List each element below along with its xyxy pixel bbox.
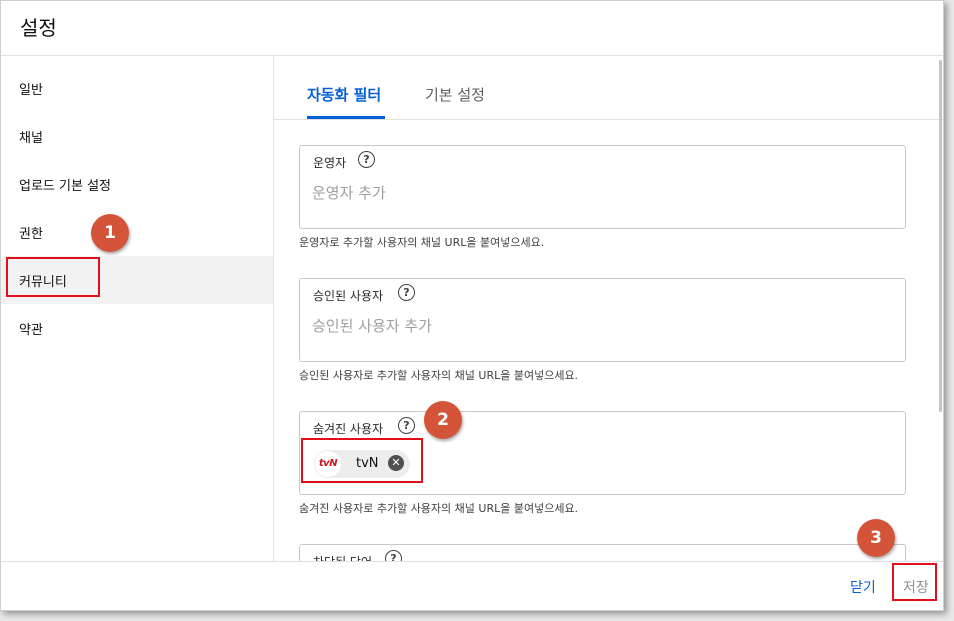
sidebar-item-general[interactable]: 일반 bbox=[1, 64, 273, 112]
hidden-users-label: 숨겨진 사용자 bbox=[313, 422, 384, 436]
sidebar-item-upload-defaults[interactable]: 업로드 기본 설정 bbox=[1, 160, 273, 208]
tab-automated-filters[interactable]: 자동화 필터 bbox=[307, 84, 381, 105]
moderators-label: 운영자 bbox=[313, 156, 347, 170]
sidebar-item-label: 채널 bbox=[19, 131, 43, 146]
scrollbar[interactable] bbox=[939, 60, 942, 412]
settings-content: 자동화 필터 기본 설정 운영자 ? 운영자로 추가할 사용자의 채널 URL을… bbox=[274, 56, 943, 561]
sidebar-item-label: 업로드 기본 설정 bbox=[19, 179, 111, 194]
settings-sidebar: 일반 채널 업로드 기본 설정 권한 커뮤니티 약관 bbox=[1, 56, 274, 561]
sidebar-item-channel[interactable]: 채널 bbox=[1, 112, 273, 160]
close-icon[interactable]: ✕ bbox=[388, 455, 404, 471]
approved-users-input[interactable] bbox=[312, 317, 872, 335]
approved-users-field[interactable]: 승인된 사용자 ? bbox=[299, 278, 906, 362]
help-icon[interactable]: ? bbox=[398, 417, 415, 434]
tab-bar: 자동화 필터 기본 설정 bbox=[274, 56, 943, 120]
moderators-field[interactable]: 운영자 ? bbox=[299, 145, 906, 229]
dialog-title: 설정 bbox=[20, 16, 57, 40]
sidebar-item-label: 약관 bbox=[19, 323, 43, 338]
moderators-input[interactable] bbox=[312, 184, 872, 202]
sidebar-item-label: 커뮤니티 bbox=[19, 275, 67, 290]
hidden-users-hint: 숨겨진 사용자로 추가할 사용자의 채널 URL을 붙여넣으세요. bbox=[299, 502, 579, 515]
active-tab-indicator bbox=[307, 116, 385, 119]
sidebar-item-agreements[interactable]: 약관 bbox=[1, 304, 273, 352]
help-icon[interactable]: ? bbox=[385, 550, 402, 561]
hidden-user-chip: tvN tvN ✕ bbox=[314, 450, 410, 478]
settings-dialog: 설정 일반 채널 업로드 기본 설정 권한 커뮤니티 약관 자동화 필터 기본 … bbox=[0, 0, 944, 611]
step-badge-2: 2 bbox=[424, 401, 462, 439]
moderators-hint: 운영자로 추가할 사용자의 채널 URL을 붙여넣으세요. bbox=[299, 236, 545, 249]
tab-defaults[interactable]: 기본 설정 bbox=[425, 84, 485, 105]
approved-users-hint: 승인된 사용자로 추가할 사용자의 채널 URL을 붙여넣으세요. bbox=[299, 369, 579, 382]
approved-users-label: 승인된 사용자 bbox=[313, 289, 384, 303]
blocked-words-label: 차단된 단어 bbox=[313, 553, 372, 561]
save-button[interactable]: 저장 bbox=[903, 577, 929, 597]
close-button[interactable]: 닫기 bbox=[850, 577, 876, 597]
sidebar-item-permissions[interactable]: 권한 bbox=[1, 208, 273, 256]
blocked-words-field[interactable]: 차단된 단어 ? bbox=[299, 544, 906, 561]
step-badge-1: 1 bbox=[91, 214, 129, 252]
chip-label: tvN bbox=[356, 456, 379, 471]
help-icon[interactable]: ? bbox=[398, 284, 415, 301]
channel-avatar: tvN bbox=[315, 451, 341, 477]
step-badge-3: 3 bbox=[857, 519, 895, 557]
sidebar-item-label: 권한 bbox=[19, 227, 43, 242]
hidden-users-field[interactable]: 숨겨진 사용자 ? tvN tvN ✕ bbox=[299, 411, 906, 495]
sidebar-item-label: 일반 bbox=[19, 83, 43, 98]
help-icon[interactable]: ? bbox=[358, 151, 375, 168]
sidebar-item-community[interactable]: 커뮤니티 bbox=[1, 256, 273, 304]
dialog-footer: 닫기 저장 bbox=[1, 561, 943, 610]
dialog-header: 설정 bbox=[1, 1, 943, 56]
